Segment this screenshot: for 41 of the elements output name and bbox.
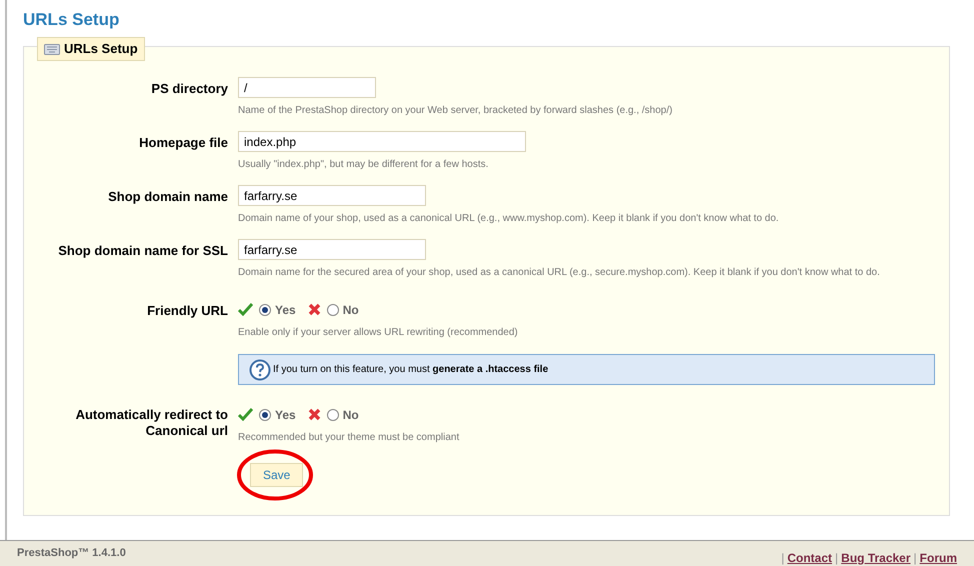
radio-option[interactable]: Yes [259, 300, 296, 318]
help-text: Domain name of your shop, used as a canonical URL (e.g., www.myshop.com). Keep it blank if you don't know what to do. [238, 212, 780, 226]
radio-button[interactable] [326, 408, 339, 420]
radio-button[interactable] [259, 304, 271, 316]
radio-button[interactable] [259, 408, 271, 420]
help-text: Name of the PrestaShop directory on your Web server, bracketed by forward slashes (e.g., /shop/) [238, 104, 674, 118]
radio-option[interactable]: No [326, 300, 359, 318]
checkmark-icon [238, 303, 253, 316]
version-text: PrestaShop™ 1.4.1.0 [17, 546, 126, 561]
help-text: Enable only if your server allows URL rewriting (recommended) [238, 326, 519, 340]
field-label: Shop domain name [108, 188, 228, 205]
help-text: Domain name for the secured area of your shop, used as a canonical URL (e.g., secure.myshop.com). Keep it blank if you don't know what to do. [238, 266, 881, 280]
question-icon [249, 358, 271, 380]
field-label: Shop domain name for SSL [58, 242, 228, 259]
info-text: If you turn on this feature, you must generate a .htaccess file [273, 363, 548, 377]
text-field[interactable]: farfarry.se [238, 239, 426, 260]
checkmark-icon [238, 408, 253, 421]
field-label: Homepage file [139, 134, 228, 151]
page-title: URLs Setup [23, 9, 120, 31]
cross-icon [308, 408, 321, 421]
save-button[interactable]: Save [250, 463, 304, 487]
text-field[interactable]: farfarry.se [238, 185, 426, 206]
text-field[interactable]: / [238, 77, 376, 98]
text-field[interactable]: index.php [238, 131, 526, 152]
radio-option[interactable]: Yes [259, 406, 296, 424]
footer-link[interactable]: Contact [787, 551, 832, 565]
keyboard-icon [44, 44, 60, 54]
link-separator: | [914, 551, 917, 565]
field-label: Automatically redirect to Canonical url [74, 406, 228, 439]
field-label: Friendly URL [147, 302, 228, 319]
help-text: Recommended but your theme must be compliant [238, 431, 460, 445]
cross-icon [308, 303, 321, 316]
radio-button[interactable] [326, 304, 339, 316]
radio-option[interactable]: No [326, 406, 359, 424]
help-text: Usually "index.php", but may be different for a few hosts. [238, 158, 490, 172]
link-separator: | [781, 551, 784, 565]
footer-link[interactable]: Forum [920, 551, 957, 565]
footer-link[interactable]: Bug Tracker [841, 551, 911, 565]
link-separator: | [835, 551, 838, 565]
field-label: PS directory [151, 80, 228, 97]
fieldset-legend: URLs Setup [37, 37, 145, 61]
